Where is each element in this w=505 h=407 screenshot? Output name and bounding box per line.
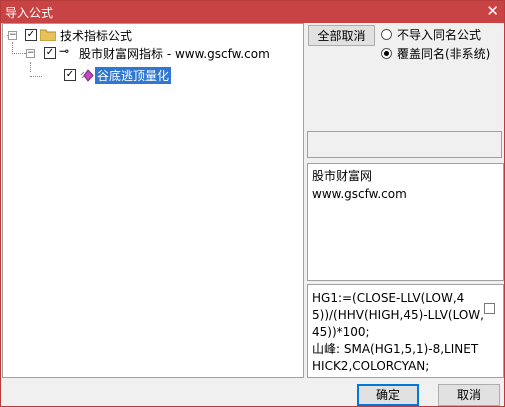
ok-button[interactable]: 确定: [357, 384, 419, 406]
close-icon[interactable]: ✕: [486, 2, 499, 20]
formula-gem-icon: [80, 69, 94, 82]
tree-group-label[interactable]: 股市财富网指标 - www.gscfw.com: [79, 45, 270, 62]
formula-code[interactable]: HG1:=(CLOSE-LLV(LOW,45))/(HHV(HIGH,45)-L…: [307, 284, 504, 378]
folder-icon: [40, 29, 56, 41]
formula-code-text: HG1:=(CLOSE-LLV(LOW,45))/(HHV(HIGH,45)-L…: [312, 291, 484, 373]
radio-overwrite-label[interactable]: 覆盖同名(非系统): [397, 45, 490, 62]
cancel-all-button[interactable]: 全部取消: [308, 25, 375, 46]
tree-connector: [30, 76, 42, 77]
formula-description: 股市财富网 www.gscfw.com: [307, 163, 504, 281]
tree-root-label[interactable]: 技术指标公式: [60, 27, 132, 44]
key-icon: ⊸: [59, 44, 70, 58]
code-checkbox[interactable]: [484, 303, 495, 314]
radio-no-import-label[interactable]: 不导入同名公式: [397, 26, 481, 43]
import-formula-dialog: 导入公式 ✕ − ✓ 技术指标公式 − ✓ ⊸ 股市财富网指标 - www.gs…: [0, 0, 505, 407]
dialog-title: 导入公式: [5, 6, 54, 20]
tree-expander-group[interactable]: −: [26, 49, 35, 58]
info-field: [307, 131, 502, 158]
description-line-1: 股市财富网: [312, 169, 373, 183]
radio-no-import[interactable]: [381, 29, 392, 40]
item-checkbox[interactable]: ✓: [64, 69, 76, 81]
description-line-2: www.gscfw.com: [312, 187, 407, 201]
radio-overwrite[interactable]: [381, 48, 392, 59]
cancel-button[interactable]: 取消: [438, 384, 500, 406]
tree-expander-root[interactable]: −: [8, 31, 17, 40]
formula-tree[interactable]: − ✓ 技术指标公式 − ✓ ⊸ 股市财富网指标 - www.gscfw.com…: [2, 23, 304, 378]
title-bar: 导入公式 ✕: [1, 1, 504, 23]
tree-item-label[interactable]: 谷底逃顶量化: [95, 67, 172, 84]
tree-connector: [12, 42, 13, 52]
tree-connector: [30, 62, 31, 72]
group-checkbox[interactable]: ✓: [44, 47, 56, 59]
root-checkbox[interactable]: ✓: [25, 29, 37, 41]
